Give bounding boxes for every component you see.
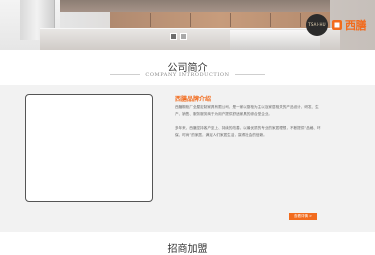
hero-cabinet-door — [300, 13, 301, 27]
slider-dot[interactable] — [180, 33, 187, 40]
about-paragraph: 西膳橱柜厂全屋定制家具有限公司，是一家以厨柜为主以及家居相关的产品设计、研发、生… — [175, 105, 319, 116]
franchise-section-title: 招商加盟 — [167, 244, 208, 255]
hero-banner: TSAI·HU 西膳 — [0, 0, 375, 50]
slider-dots — [170, 33, 187, 40]
section-subtitle: COMPANY INTRODUCTION — [145, 72, 230, 78]
hero-cabinet-door — [270, 13, 271, 27]
about-panel: 西膳品牌介绍 西膳橱柜厂全屋定制家具有限公司，是一家以厨柜为主以及家居相关的产品… — [0, 85, 375, 232]
hero-cabinet-door — [230, 13, 231, 27]
hero-glass-island — [230, 30, 320, 50]
hero-cabinet-row — [110, 12, 330, 29]
slider-dot[interactable] — [170, 33, 177, 40]
brand-badge: TSAI·HU — [306, 14, 328, 36]
hero-cabinet-door — [190, 13, 191, 27]
hero-upper-cabinet — [60, 0, 330, 12]
brand-logo[interactable]: 西膳 — [331, 17, 367, 33]
about-image-frame[interactable] — [25, 94, 153, 202]
logo-text: 西膳 — [345, 19, 367, 32]
more-details-button[interactable]: 查看详情 > — [289, 213, 317, 220]
hero-cabinet-door — [150, 13, 151, 27]
about-paragraph: 多年来，西膳坚持客户至上、持续的改善，以最优质的专业的家居理想，不断提供“品格、… — [175, 126, 321, 137]
about-heading: 西膳品牌介绍 — [175, 96, 212, 103]
logo-mark-icon — [332, 20, 342, 30]
